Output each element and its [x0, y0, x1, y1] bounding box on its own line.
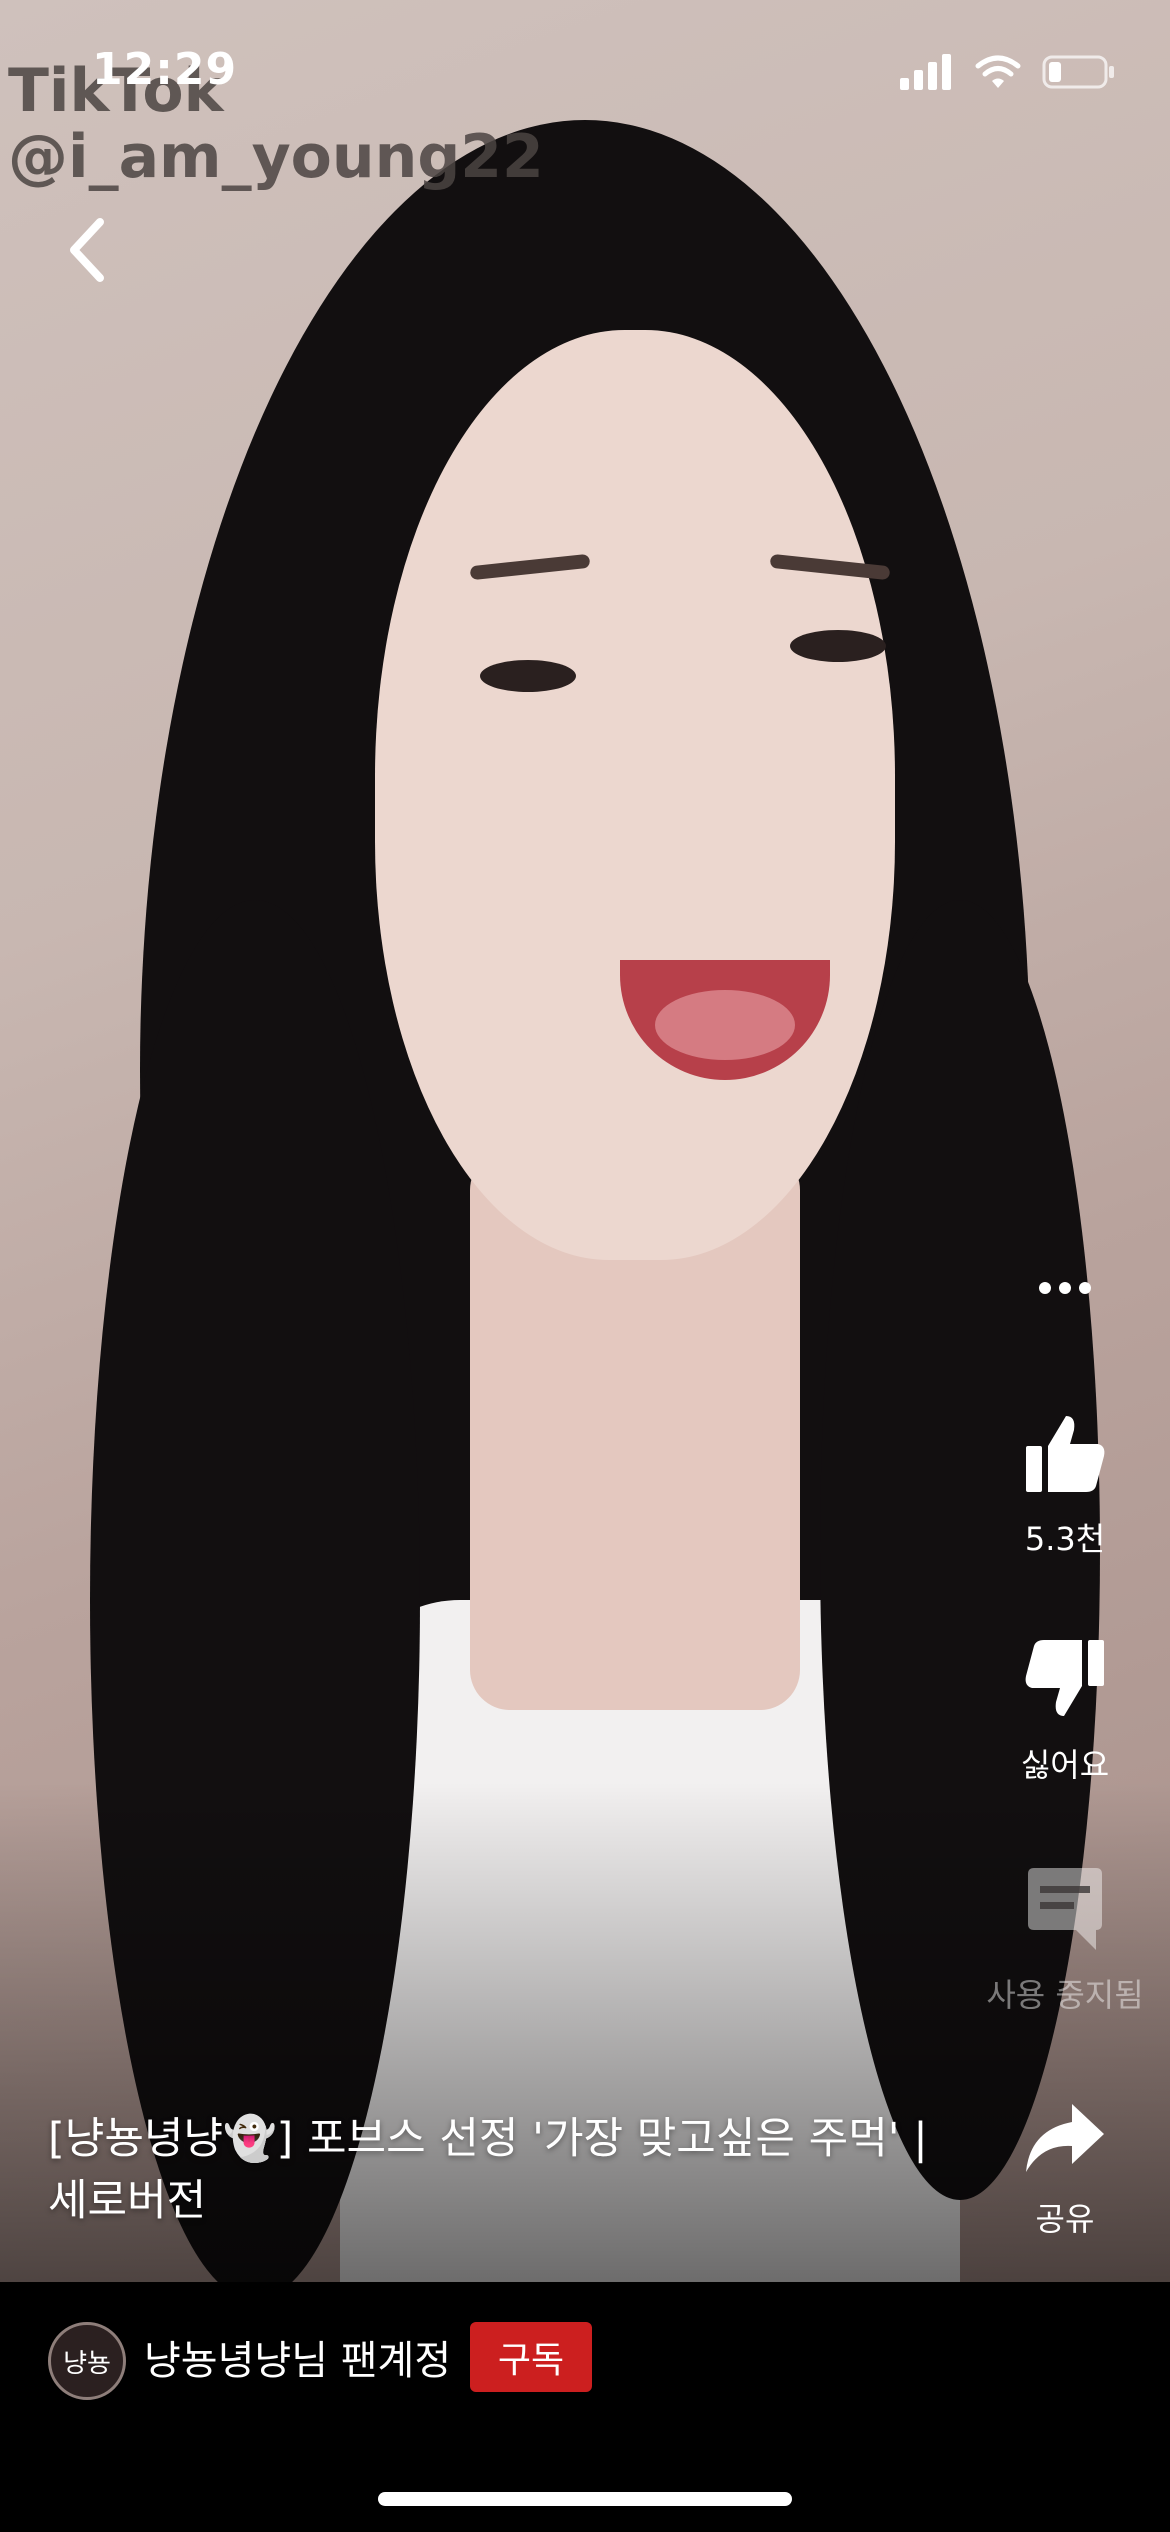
channel-bar: 냥뇽 냥뇽녕냥님 팬계정 구독: [0, 2282, 1170, 2532]
share-button[interactable]: 공유: [960, 2100, 1170, 2240]
more-options-button[interactable]: [960, 1276, 1170, 1304]
status-bar: 12:29: [0, 0, 1170, 140]
back-button[interactable]: [56, 210, 116, 290]
channel-name[interactable]: 냥뇽녕냥님 팬계정: [144, 2328, 451, 2386]
wifi-icon: [975, 55, 1021, 88]
video-title[interactable]: [냥뇽녕냥👻] 포브스 선정 '가장 맞고싶은 주먹' | 세로버전: [48, 2108, 948, 2233]
status-icons: [900, 54, 1116, 90]
comments-disabled-label: 사용 중지됨: [986, 1976, 1144, 2014]
more-icon: [1039, 1282, 1091, 1294]
video-illustration-eye-right: [790, 630, 886, 662]
share-label: 공유: [1035, 2200, 1095, 2238]
home-indicator[interactable]: [378, 2492, 792, 2506]
chevron-left-icon: [70, 218, 104, 282]
comments-button[interactable]: 사용 중지됨: [960, 1866, 1170, 2016]
share-icon: [1026, 2104, 1104, 2172]
cellular-signal-icon: [900, 54, 951, 90]
thumbs-down-icon: [1025, 1640, 1104, 1716]
video-illustration-face: [375, 330, 895, 1260]
comment-icon: [1028, 1868, 1102, 1950]
battery-icon: [1042, 55, 1114, 89]
like-count: 5.3천: [1024, 1520, 1106, 1558]
like-button[interactable]: 5.3천: [960, 1410, 1170, 1560]
thumbs-up-icon: [1026, 1416, 1105, 1492]
video-illustration-eye-left: [480, 660, 576, 692]
dislike-label: 싫어요: [1020, 1746, 1110, 1784]
dislike-button[interactable]: 싫어요: [960, 1636, 1170, 1786]
status-time: 12:29: [92, 44, 238, 95]
subscribe-button[interactable]: 구독: [470, 2322, 592, 2392]
channel-avatar[interactable]: 냥뇽: [48, 2322, 126, 2400]
avatar-text: 냥뇽: [63, 2348, 111, 2379]
